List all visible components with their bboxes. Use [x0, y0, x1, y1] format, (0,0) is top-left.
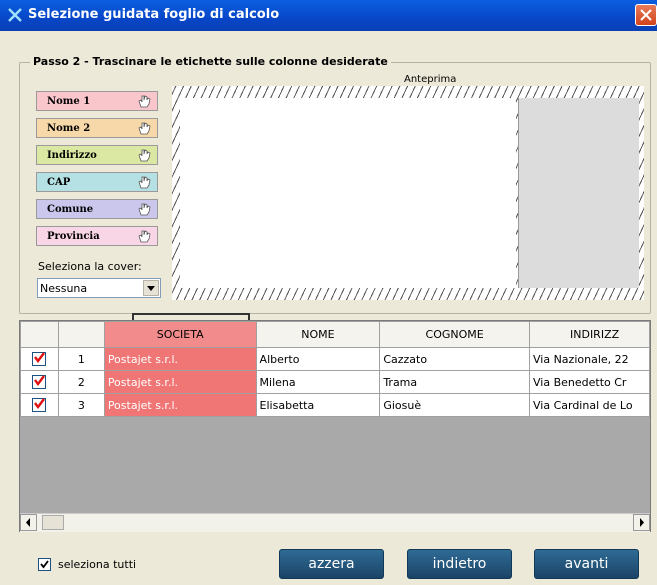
preview-cover [518, 98, 639, 288]
cell-societa[interactable]: Postajet s.r.l. [103, 347, 257, 371]
chip-label: Provincia [47, 231, 100, 242]
arrow-right-icon [640, 518, 644, 527]
row-number: 1 [57, 347, 105, 371]
arrow-left-icon [26, 518, 30, 527]
column-header-check[interactable] [20, 321, 59, 348]
cell-cognome[interactable]: Cazzato [379, 347, 530, 371]
label-chip-indirizzo[interactable]: Indirizzo [36, 145, 158, 165]
preview-page [180, 98, 516, 288]
row-number: 2 [57, 370, 105, 394]
hand-drag-icon [138, 95, 151, 108]
column-header-nome[interactable]: NOME [255, 321, 381, 348]
chip-label: Nome 2 [47, 123, 91, 134]
select-all-checkbox[interactable] [38, 558, 51, 571]
row-checkbox[interactable] [32, 375, 47, 389]
hand-drag-icon [138, 230, 151, 243]
close-button[interactable] [635, 4, 657, 26]
chip-label: Comune [47, 204, 94, 215]
checkmark-icon [34, 375, 46, 386]
row-checkbox-cell[interactable] [20, 347, 59, 371]
checkmark-icon [40, 560, 49, 569]
data-grid[interactable]: SOCIETA NOME COGNOME INDIRIZZ 1 Postajet… [19, 320, 651, 532]
grid-table: SOCIETA NOME COGNOME INDIRIZZ 1 Postajet… [20, 321, 650, 417]
preview-label: Anteprima [404, 74, 457, 85]
reset-button[interactable]: azzera [279, 549, 384, 579]
checkmark-icon [34, 398, 46, 409]
hand-drag-icon [138, 149, 151, 162]
row-checkbox[interactable] [32, 398, 47, 412]
cell-societa[interactable]: Postajet s.r.l. [103, 370, 257, 394]
column-header-cognome[interactable]: COGNOME [379, 321, 530, 348]
hand-drag-icon [138, 122, 151, 135]
scroll-right-button[interactable] [633, 514, 650, 531]
chip-label: CAP [47, 177, 71, 188]
cell-nome[interactable]: Alberto [255, 347, 381, 371]
cell-cognome[interactable]: Giosuè [379, 393, 530, 417]
cell-indirizzo[interactable]: Via Nazionale, 22 [529, 347, 650, 371]
hand-drag-icon [138, 176, 151, 189]
row-checkbox[interactable] [32, 352, 47, 366]
row-number: 3 [57, 393, 105, 417]
app-x-icon [8, 8, 22, 22]
close-icon [640, 9, 652, 21]
chevron-down-icon [147, 286, 155, 291]
table-row[interactable]: 1 Postajet s.r.l. Alberto Cazzato Via Na… [20, 347, 650, 371]
select-all-label: seleziona tutti [58, 558, 137, 571]
scroll-thumb[interactable] [42, 515, 64, 530]
column-header-indirizzo[interactable]: INDIRIZZ [529, 321, 650, 348]
window-title: Selezione guidata foglio di calcolo [28, 7, 280, 22]
cover-label: Seleziona la cover: [38, 260, 142, 273]
horizontal-scrollbar[interactable] [20, 513, 650, 532]
label-chip-nome1[interactable]: Nome 1 [36, 91, 158, 111]
label-chip-nome2[interactable]: Nome 2 [36, 118, 158, 138]
cover-select-value: Nessuna [40, 282, 88, 295]
column-header-societa[interactable]: SOCIETA [103, 321, 257, 348]
checkmark-icon [34, 352, 46, 363]
cell-societa[interactable]: Postajet s.r.l. [103, 393, 257, 417]
cell-cognome[interactable]: Trama [379, 370, 530, 394]
row-checkbox-cell[interactable] [20, 370, 59, 394]
label-chip-cap[interactable]: CAP [36, 172, 158, 192]
row-checkbox-cell[interactable] [20, 393, 59, 417]
back-button[interactable]: indietro [407, 549, 512, 579]
cell-nome[interactable]: Elisabetta [255, 393, 381, 417]
chip-label: Nome 1 [47, 96, 91, 107]
step-title: Passo 2 - Trascinare le etichette sulle … [30, 55, 391, 68]
title-bar: Selezione guidata foglio di calcolo [0, 0, 657, 31]
header-row: SOCIETA NOME COGNOME INDIRIZZ [20, 321, 650, 348]
cell-indirizzo[interactable]: Via Benedetto Cr [529, 370, 650, 394]
chip-label: Indirizzo [47, 150, 97, 161]
cell-nome[interactable]: Milena [255, 370, 381, 394]
column-header-number[interactable] [57, 321, 105, 348]
label-chip-comune[interactable]: Comune [36, 199, 158, 219]
label-chip-provincia[interactable]: Provincia [36, 226, 158, 246]
dropdown-arrow[interactable] [143, 280, 159, 296]
hand-drag-icon [138, 203, 151, 216]
scroll-left-button[interactable] [20, 514, 37, 531]
table-row[interactable]: 2 Postajet s.r.l. Milena Trama Via Bened… [20, 370, 650, 394]
cover-select[interactable]: Nessuna [37, 278, 161, 298]
table-row[interactable]: 3 Postajet s.r.l. Elisabetta Giosuè Via … [20, 393, 650, 417]
cell-indirizzo[interactable]: Via Cardinal de Lo [529, 393, 650, 417]
next-button[interactable]: avanti [534, 549, 639, 579]
preview-area [172, 86, 644, 300]
